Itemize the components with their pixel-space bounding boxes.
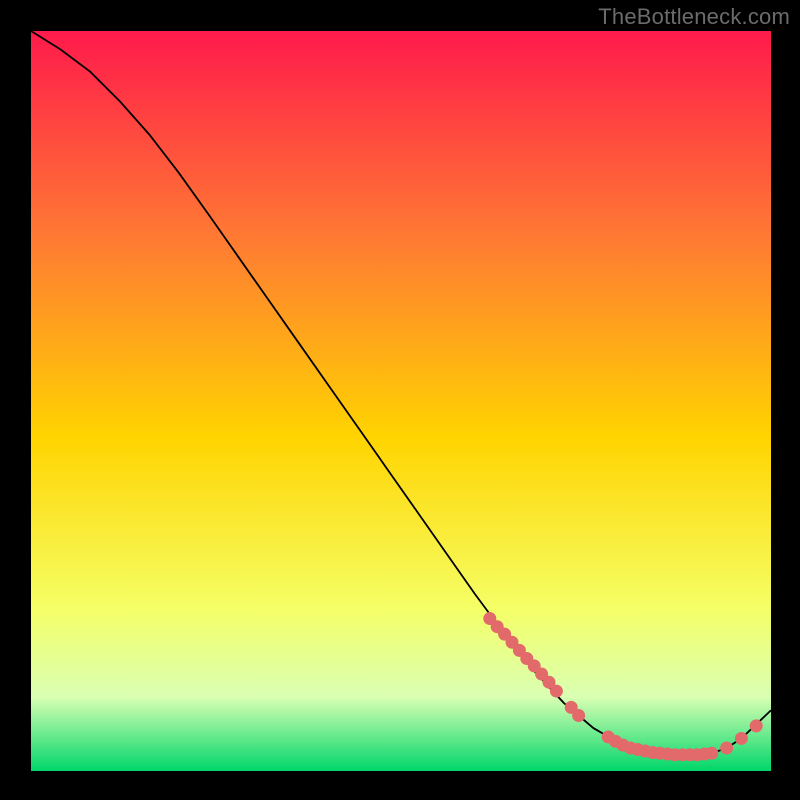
data-marker: [735, 732, 748, 745]
chart-container: TheBottleneck.com: [0, 0, 800, 800]
watermark-text: TheBottleneck.com: [598, 4, 790, 30]
gradient-background: [31, 31, 771, 771]
data-marker: [572, 709, 585, 722]
data-marker: [550, 685, 563, 698]
data-marker: [720, 742, 733, 755]
data-marker: [705, 747, 718, 760]
data-marker: [750, 719, 763, 732]
chart-plot: [31, 31, 771, 771]
